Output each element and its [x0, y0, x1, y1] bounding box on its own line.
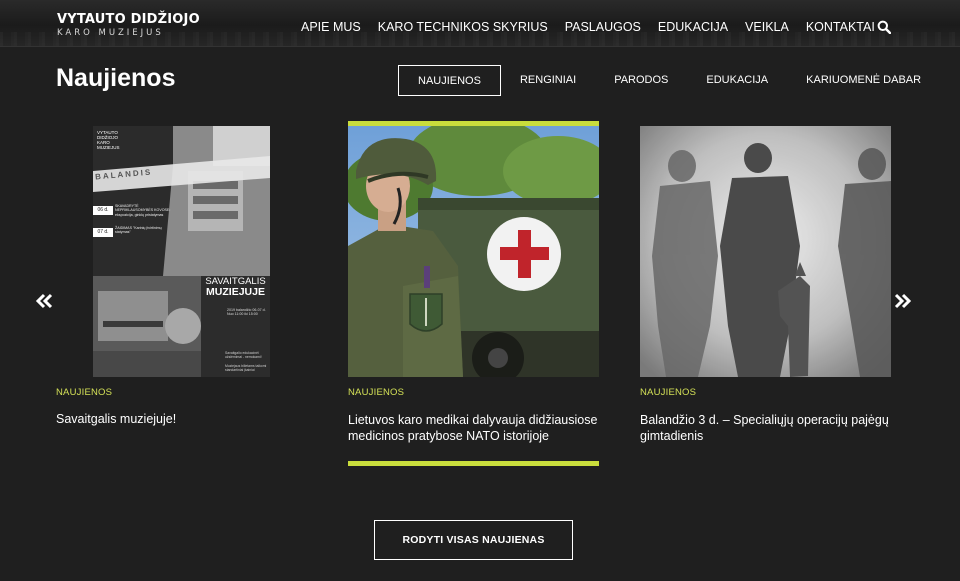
poster-graphic	[93, 126, 270, 377]
card-image[interactable]	[348, 126, 599, 377]
poster-headline-line-2: MUZIEJUJE	[206, 286, 265, 298]
medic-photo	[348, 126, 599, 377]
logo-sub-text: KARO MUZIEJUS	[57, 28, 164, 38]
tab-edukacija[interactable]: EDUKACIJA	[687, 65, 787, 96]
poster-logo: VYTAUTO DIDŽIOJO KARO MUZIEJUS	[97, 130, 137, 150]
nav-item-kontaktai[interactable]: KONTAKTAI	[806, 20, 875, 34]
poster-event2-text: ŽAIDIMAS "Karinių įtvirtinimų statymas"	[115, 226, 162, 235]
nav-item-karo-technikos-skyrius[interactable]: KARO TECHNIKOS SKYRIUS	[378, 20, 548, 34]
special-ops-photo	[640, 126, 891, 377]
poster-event1-day: 06 d.	[93, 206, 113, 215]
site-header: VYTAUTO DIDŽIOJO KARO MUZIEJUS APIE MUS …	[0, 0, 960, 47]
tab-kariuomene-dabar[interactable]: KARIUOMENĖ DABAR	[787, 65, 940, 96]
card-category[interactable]: NAUJIENOS	[56, 387, 112, 398]
poster-headline: SAVAITGALIS MUZIEJUJE	[201, 276, 270, 298]
poster-logo-line: MUZIEJUS	[97, 145, 120, 150]
poster-footer-2: Muziejaus bilietams taikomi standartinia…	[225, 364, 267, 373]
poster-schedule: 2019 balandžio 06-07 d. Nuo 11:00 iki 15…	[227, 308, 266, 317]
tab-renginiai[interactable]: RENGINIAI	[501, 65, 595, 96]
poster-image[interactable]: VYTAUTO DIDŽIOJO KARO MUZIEJUS BALANDIS …	[93, 126, 270, 377]
card-image[interactable]	[640, 126, 891, 377]
nav-item-edukacija[interactable]: EDUKACIJA	[658, 20, 728, 34]
tab-naujienos[interactable]: NAUJIENOS	[398, 65, 501, 96]
poster-footer-1: Savaitgalio edukacinėi užsiėmimai - nemo…	[225, 351, 262, 360]
card-title[interactable]: Lietuvos karo medikai dalyvauja didžiaus…	[348, 412, 599, 444]
logo-main-text: VYTAUTO DIDŽIOJO	[57, 12, 200, 27]
card-category[interactable]: NAUJIENOS	[348, 387, 404, 398]
nav-item-paslaugos[interactable]: PASLAUGOS	[565, 20, 641, 34]
active-card-bottom-bar	[348, 461, 599, 466]
site-logo[interactable]: VYTAUTO DIDŽIOJO KARO MUZIEJUS	[57, 13, 200, 38]
nav-item-apie-mus[interactable]: APIE MUS	[301, 20, 361, 34]
card-title[interactable]: Savaitgalis muziejuje!	[56, 411, 307, 427]
poster-event1-text: SKAVADRYTĖ NEPRIKLAUSOMYBĖS KOVOSE: eksp…	[115, 204, 171, 217]
chevrons-left-icon[interactable]	[36, 293, 54, 309]
section-title: Naujienos	[56, 64, 176, 92]
news-tabs: NAUJIENOS RENGINIAI PARODOS EDUKACIJA KA…	[398, 65, 940, 96]
show-all-news-button[interactable]: RODYTI VISAS NAUJIENAS	[374, 520, 573, 560]
search-icon[interactable]	[877, 20, 891, 34]
main-nav: APIE MUS KARO TECHNIKOS SKYRIUS PASLAUGO…	[301, 20, 892, 34]
tab-parodos[interactable]: PARODOS	[595, 65, 687, 96]
card-category[interactable]: NAUJIENOS	[640, 387, 696, 398]
nav-item-veikla[interactable]: VEIKLA	[745, 20, 789, 34]
card-title[interactable]: Balandžio 3 d. – Specialiųjų operacijų p…	[640, 412, 891, 444]
chevrons-right-icon[interactable]	[893, 293, 911, 309]
poster-event2-day: 07 d.	[93, 228, 113, 237]
